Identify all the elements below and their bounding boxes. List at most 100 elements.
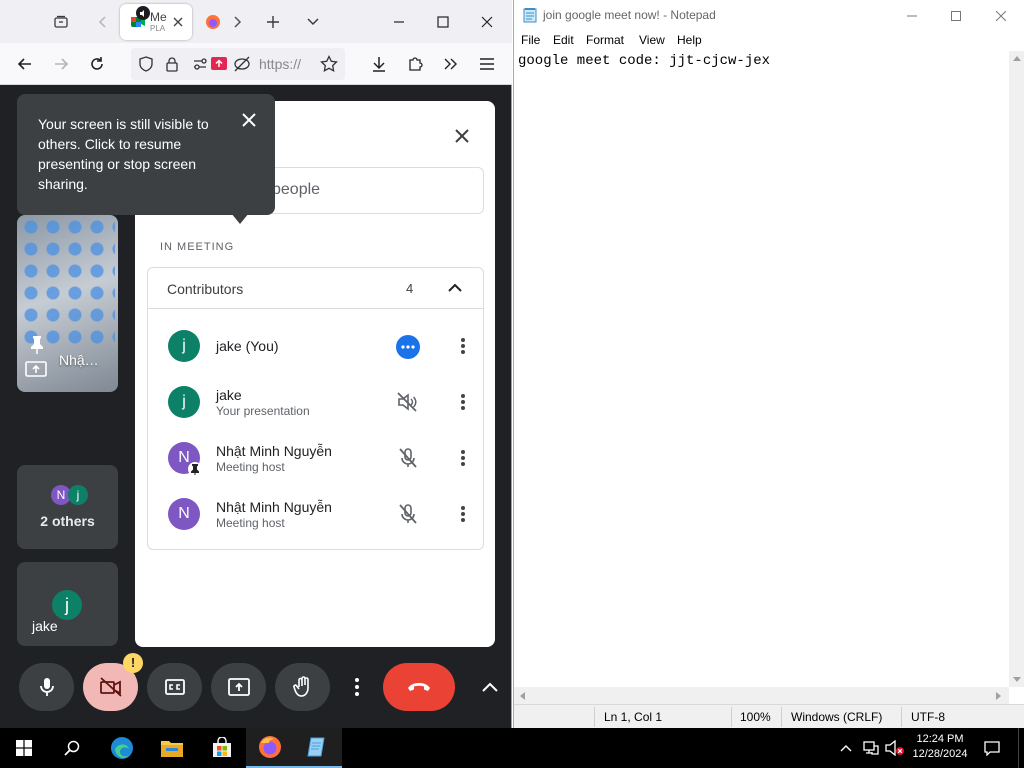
- extensions-button[interactable]: [402, 43, 428, 85]
- menu-edit[interactable]: Edit: [553, 33, 574, 47]
- screen-share-indicator-icon[interactable]: [210, 55, 228, 73]
- tab-bar: Me PLA: [0, 0, 512, 43]
- bookmark-button[interactable]: [316, 43, 342, 85]
- self-tile[interactable]: j jake: [17, 562, 118, 646]
- more-options-button[interactable]: [342, 663, 372, 711]
- others-tile-label: 2 others: [40, 513, 95, 529]
- pin-icon[interactable]: [29, 335, 45, 355]
- close-window-button[interactable]: [981, 0, 1021, 31]
- chevron-up-icon: [448, 283, 462, 292]
- app-menu-button[interactable]: [474, 43, 500, 85]
- leave-call-button[interactable]: [383, 663, 455, 711]
- horizontal-scrollbar[interactable]: [514, 687, 1009, 704]
- maximize-button[interactable]: [936, 0, 976, 31]
- more-vert-icon[interactable]: [453, 504, 473, 524]
- reload-button[interactable]: [84, 43, 110, 85]
- firefox-favicon-icon: [206, 14, 220, 29]
- downloads-button[interactable]: [366, 43, 392, 85]
- tab-close-button[interactable]: [170, 14, 186, 30]
- search-button[interactable]: [48, 728, 96, 768]
- more-vert-icon[interactable]: [453, 448, 473, 468]
- google-meet-call: Nhậ… N j 2 others j jake people IN MEETI…: [0, 85, 511, 728]
- network-button[interactable]: [860, 728, 882, 768]
- clock[interactable]: 12:24 PM 12/28/2024: [908, 728, 972, 768]
- tooltip-close-button[interactable]: [237, 108, 261, 132]
- close-panel-button[interactable]: [449, 123, 475, 149]
- scroll-down-arrow-icon[interactable]: [1013, 677, 1021, 683]
- presentation-tile[interactable]: Nhậ…: [17, 215, 118, 392]
- audio-playing-indicator[interactable]: [136, 6, 150, 20]
- mic-button[interactable]: [19, 663, 74, 711]
- expand-button[interactable]: [472, 663, 508, 711]
- others-tile[interactable]: N j 2 others: [17, 465, 118, 549]
- more-vert-icon[interactable]: [453, 336, 473, 356]
- notepad-taskbar-button[interactable]: [294, 728, 342, 768]
- arrow-right-icon: [55, 58, 69, 70]
- tab-google-meet[interactable]: Me PLA: [120, 4, 192, 40]
- firefox-taskbar-button[interactable]: [246, 728, 294, 768]
- captions-button[interactable]: [147, 663, 202, 711]
- star-icon: [320, 55, 338, 73]
- tab-overview-button[interactable]: [48, 0, 74, 43]
- network-icon: [863, 741, 879, 755]
- more-vert-icon[interactable]: [453, 392, 473, 412]
- notifications-button[interactable]: [978, 728, 1006, 768]
- browser-window: Me PLA https:// Nhậ… N j 2 others j jake…: [0, 0, 512, 728]
- notepad-window: join google meet now! - Notepad File Edi…: [513, 0, 1024, 728]
- participant-row[interactable]: N Nhật Minh Nguyễn Meeting host: [148, 486, 485, 542]
- new-tab-button[interactable]: [262, 0, 284, 43]
- contributors-header[interactable]: Contributors 4: [148, 268, 483, 309]
- window-title: join google meet now! - Notepad: [543, 8, 716, 22]
- close-window-button[interactable]: [472, 0, 502, 43]
- puzzle-piece-icon: [409, 57, 423, 71]
- present-button[interactable]: [211, 663, 266, 711]
- close-icon: [996, 10, 1006, 21]
- chevron-left-icon: [98, 15, 106, 28]
- permissions-icon: [194, 58, 207, 70]
- menu-view[interactable]: View: [639, 33, 665, 47]
- raise-hand-button[interactable]: [275, 663, 330, 711]
- app-icons-grid: [23, 219, 115, 349]
- participant-name: Nhật Minh Nguyễn: [216, 443, 332, 459]
- menu-format[interactable]: Format: [586, 33, 624, 47]
- volume-button[interactable]: [884, 728, 906, 768]
- overflow-menu-button[interactable]: [438, 43, 464, 85]
- more-vert-icon: [355, 678, 359, 696]
- file-explorer-taskbar-button[interactable]: [148, 728, 196, 768]
- more-options-blue-icon[interactable]: [396, 335, 420, 359]
- back-button[interactable]: [12, 43, 38, 85]
- camera-button[interactable]: !: [83, 653, 143, 711]
- participant-row[interactable]: N Nhật Minh Nguyễn Meeting host: [148, 430, 485, 486]
- camera-off-icon: [99, 677, 122, 697]
- edge-taskbar-button[interactable]: [98, 728, 146, 768]
- menu-help[interactable]: Help: [677, 33, 702, 47]
- list-all-tabs-button[interactable]: [302, 0, 324, 43]
- windows-taskbar: 12:24 PM 12/28/2024: [0, 728, 1024, 768]
- scroll-right-arrow-icon[interactable]: [996, 692, 1002, 700]
- forward-button[interactable]: [48, 43, 74, 85]
- maximize-button[interactable]: [428, 0, 458, 43]
- status-divider: [901, 707, 902, 727]
- notepad-text-area[interactable]: google meet code: jjt-cjcw-jex: [514, 51, 1009, 687]
- maximize-icon: [951, 10, 961, 21]
- vertical-scrollbar[interactable]: [1009, 51, 1024, 687]
- participant-row[interactable]: j jake (You): [148, 318, 485, 374]
- start-button[interactable]: [0, 728, 48, 768]
- show-desktop-button[interactable]: [1018, 728, 1024, 768]
- hand-icon: [292, 676, 309, 697]
- minimize-button[interactable]: [384, 0, 414, 43]
- scroll-left-arrow-icon[interactable]: [519, 692, 525, 700]
- scroll-tabs-left-button[interactable]: [92, 0, 114, 43]
- scroll-tabs-right-button[interactable]: [228, 0, 246, 43]
- store-taskbar-button[interactable]: [198, 728, 246, 768]
- menu-file[interactable]: File: [521, 33, 540, 47]
- show-hidden-icons-button[interactable]: [836, 728, 856, 768]
- tab-title: Me: [150, 10, 167, 24]
- screen-share-tooltip: Your screen is still visible to others. …: [17, 94, 275, 224]
- url-bar[interactable]: https://: [131, 48, 345, 80]
- closed-captions-icon: [164, 679, 185, 695]
- participant-row[interactable]: j jake Your presentation: [148, 374, 485, 430]
- minimize-button[interactable]: [892, 0, 932, 31]
- scroll-up-arrow-icon[interactable]: [1013, 55, 1021, 61]
- tab-firefox[interactable]: [198, 0, 228, 43]
